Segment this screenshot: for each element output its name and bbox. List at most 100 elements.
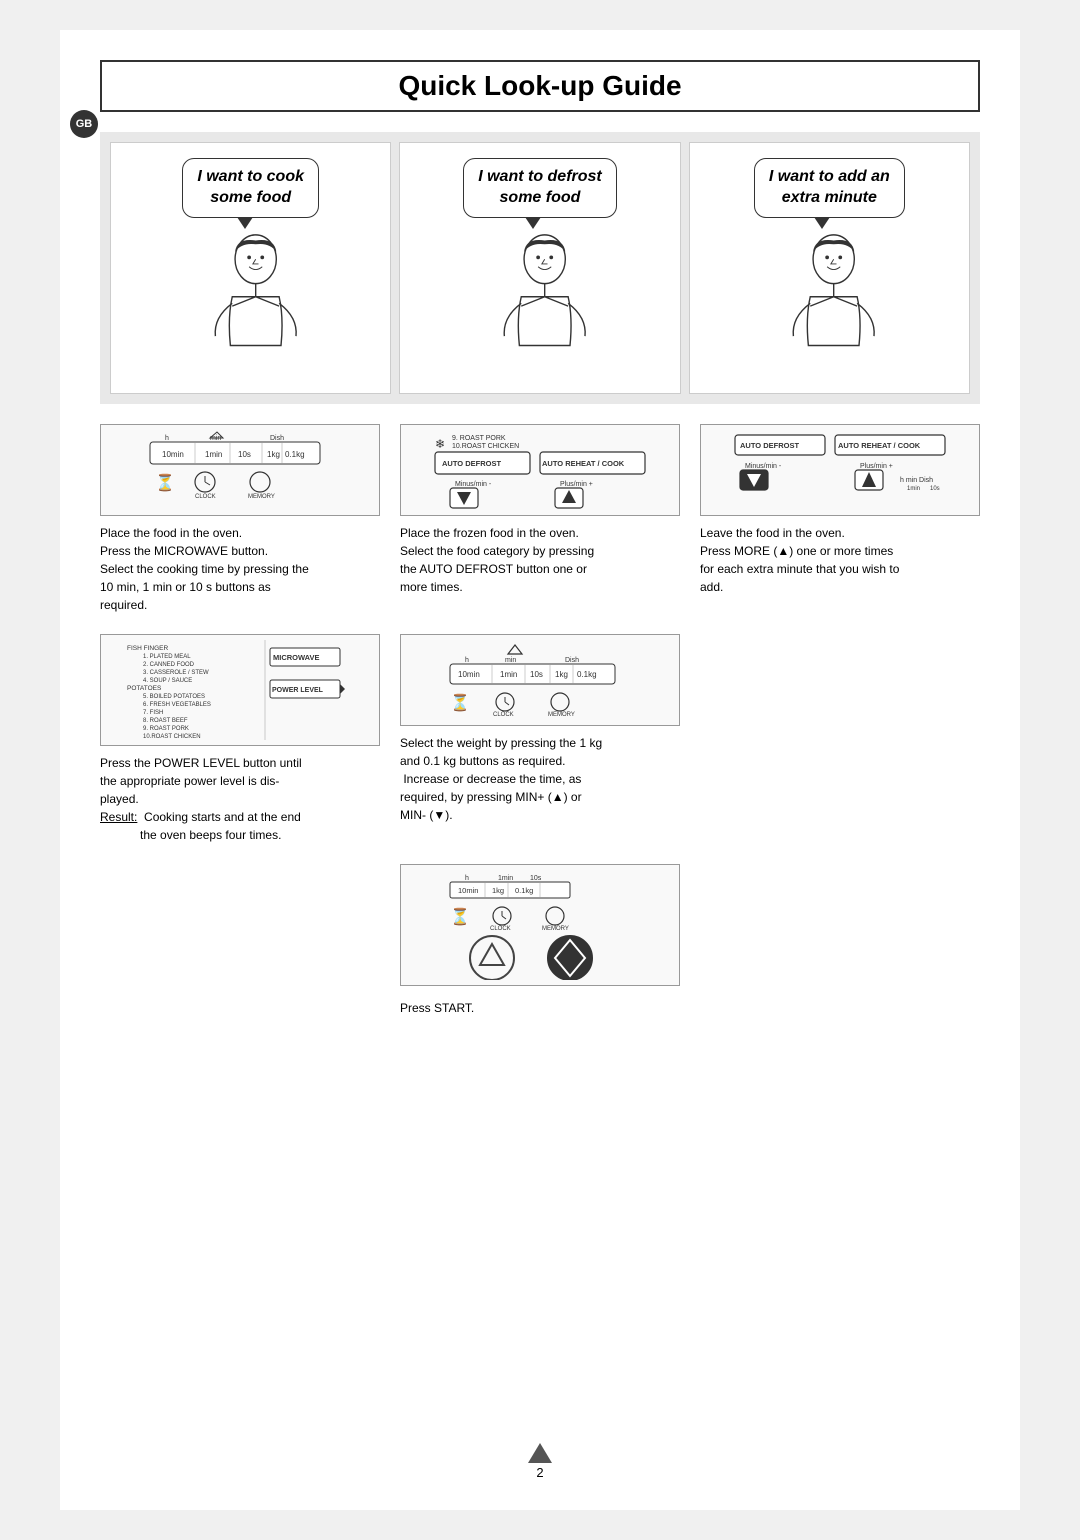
svg-text:4. SOUP / SAUCE: 4. SOUP / SAUCE xyxy=(143,678,192,684)
svg-text:9. ROAST PORK: 9. ROAST PORK xyxy=(143,726,189,732)
svg-text:h min Dish: h min Dish xyxy=(900,477,933,484)
cook-panel2: FISH FINGER 1. PLATED MEAL 2. CANNED FOO… xyxy=(100,634,380,746)
cook-panel1: h min Dish 10min 1min 10s 1kg 0.1kg xyxy=(100,424,380,516)
svg-text:5. BOILED POTATOES: 5. BOILED POTATOES xyxy=(143,694,205,700)
svg-text:MEMORY: MEMORY xyxy=(248,494,275,500)
extra-panel1: AUTO DEFROST AUTO REHEAT / COOK Minus/mi… xyxy=(700,424,980,516)
defrost-panel3-svg: h 1min 10s 10min 1kg 0.1kg ⏳ xyxy=(430,870,650,980)
svg-text:1kg: 1kg xyxy=(267,450,280,459)
svg-text:1kg: 1kg xyxy=(492,886,504,895)
svg-text:1min: 1min xyxy=(500,670,517,679)
svg-text:Minus/min -: Minus/min - xyxy=(455,481,492,488)
cook-text2: Press the POWER LEVEL button until the a… xyxy=(100,754,380,844)
gb-badge: GB xyxy=(70,110,98,138)
svg-text:1min: 1min xyxy=(907,486,920,492)
defrost-panel3: h 1min 10s 10min 1kg 0.1kg ⏳ xyxy=(400,864,680,986)
page-number: 2 xyxy=(536,1465,543,1480)
page: GB Quick Look-up Guide I want to cook so… xyxy=(60,30,1020,1510)
illus-cook: I want to cook some food xyxy=(110,142,391,394)
bottom-row: h 1min 10s 10min 1kg 0.1kg ⏳ xyxy=(100,864,980,1017)
svg-text:Minus/min -: Minus/min - xyxy=(745,463,782,470)
svg-text:h: h xyxy=(165,435,169,442)
svg-text:CLOCK: CLOCK xyxy=(490,926,511,932)
steps-row-1: h min Dish 10min 1min 10s 1kg 0.1kg xyxy=(100,424,980,614)
page-number-area: 2 xyxy=(528,1443,552,1480)
svg-text:3. CASSEROLE / STEW: 3. CASSEROLE / STEW xyxy=(143,670,209,676)
defrost-step3: h 1min 10s 10min 1kg 0.1kg ⏳ xyxy=(400,864,680,1017)
svg-text:POWER LEVEL: POWER LEVEL xyxy=(272,687,324,694)
svg-text:Dish: Dish xyxy=(565,657,579,664)
illus-extra: I want to add an extra minute xyxy=(689,142,970,394)
svg-text:9. ROAST PORK: 9. ROAST PORK xyxy=(452,435,506,442)
svg-text:AUTO DEFROST: AUTO DEFROST xyxy=(442,459,501,468)
svg-text:⏳: ⏳ xyxy=(450,693,470,712)
defrost-step2: h min Dish 10min 1min 10s 1kg 0.1kg ⏳ xyxy=(400,634,680,824)
svg-text:FISH FINGER: FISH FINGER xyxy=(127,645,168,652)
svg-text:10.ROAST CHICKEN: 10.ROAST CHICKEN xyxy=(143,734,201,740)
cook-step1: h min Dish 10min 1min 10s 1kg 0.1kg xyxy=(100,424,380,614)
title-box: Quick Look-up Guide xyxy=(100,60,980,112)
svg-text:POTATOES: POTATOES xyxy=(127,685,162,692)
svg-text:AUTO DEFROST: AUTO DEFROST xyxy=(740,441,799,450)
svg-text:Dish: Dish xyxy=(270,435,284,442)
defrost-panel1: ❄ 9. ROAST PORK 10.ROAST CHICKEN AUTO DE… xyxy=(400,424,680,516)
svg-text:MICROWAVE: MICROWAVE xyxy=(273,653,320,662)
svg-text:MEMORY: MEMORY xyxy=(542,926,569,932)
svg-text:CLOCK: CLOCK xyxy=(493,712,514,718)
svg-text:h: h xyxy=(465,875,469,882)
svg-text:10.ROAST CHICKEN: 10.ROAST CHICKEN xyxy=(452,443,519,450)
person-cook xyxy=(191,233,311,383)
svg-text:❄: ❄ xyxy=(435,437,445,451)
svg-text:min: min xyxy=(505,657,516,664)
illustration-row: I want to cook some food xyxy=(100,132,980,404)
svg-text:⏳: ⏳ xyxy=(155,473,175,492)
bubble-cook: I want to cook some food xyxy=(182,158,319,218)
result-label: Result: xyxy=(100,810,137,824)
defrost-panel2-svg: h min Dish 10min 1min 10s 1kg 0.1kg ⏳ xyxy=(430,640,650,720)
svg-text:CLOCK: CLOCK xyxy=(195,494,216,500)
steps-row-2: FISH FINGER 1. PLATED MEAL 2. CANNED FOO… xyxy=(100,634,980,844)
svg-text:2. CANNED FOOD: 2. CANNED FOOD xyxy=(143,662,195,668)
svg-text:1kg: 1kg xyxy=(555,670,568,679)
defrost-panel1-svg: ❄ 9. ROAST PORK 10.ROAST CHICKEN AUTO DE… xyxy=(430,430,650,510)
illus-defrost: I want to defrost some food xyxy=(399,142,680,394)
defrost-panel2: h min Dish 10min 1min 10s 1kg 0.1kg ⏳ xyxy=(400,634,680,726)
svg-text:10min: 10min xyxy=(162,450,184,459)
svg-text:0.1kg: 0.1kg xyxy=(577,670,597,679)
extra-step1: AUTO DEFROST AUTO REHEAT / COOK Minus/mi… xyxy=(700,424,980,596)
svg-text:Plus/min +: Plus/min + xyxy=(860,463,893,470)
bubble-extra: I want to add an extra minute xyxy=(754,158,905,218)
svg-text:⏳: ⏳ xyxy=(450,907,470,926)
press-start-text: Press START. xyxy=(400,999,474,1017)
svg-text:1min: 1min xyxy=(498,875,513,882)
svg-text:7. FISH: 7. FISH xyxy=(143,710,163,716)
svg-text:10min: 10min xyxy=(458,886,478,895)
svg-text:1min: 1min xyxy=(205,450,222,459)
svg-text:AUTO REHEAT / COOK: AUTO REHEAT / COOK xyxy=(838,441,921,450)
cook-panel2-svg: FISH FINGER 1. PLATED MEAL 2. CANNED FOO… xyxy=(125,640,355,740)
svg-text:0.1kg: 0.1kg xyxy=(515,886,533,895)
person-defrost xyxy=(480,233,600,383)
cook-panel1-svg: h min Dish 10min 1min 10s 1kg 0.1kg xyxy=(130,430,350,510)
cook-text1: Place the food in the oven. Press the MI… xyxy=(100,524,380,614)
svg-text:Plus/min +: Plus/min + xyxy=(560,481,593,488)
svg-text:1. PLATED MEAL: 1. PLATED MEAL xyxy=(143,654,191,660)
extra-text1: Leave the food in the oven. Press MORE (… xyxy=(700,524,980,596)
svg-text:10s: 10s xyxy=(238,450,251,459)
svg-text:AUTO REHEAT / COOK: AUTO REHEAT / COOK xyxy=(542,459,625,468)
svg-text:h: h xyxy=(465,657,469,664)
page-title: Quick Look-up Guide xyxy=(132,70,948,102)
defrost-text1: Place the frozen food in the oven. Selec… xyxy=(400,524,594,596)
bubble-defrost: I want to defrost some food xyxy=(463,158,617,218)
extra-panel1-svg: AUTO DEFROST AUTO REHEAT / COOK Minus/mi… xyxy=(730,430,950,510)
defrost-text2: Select the weight by pressing the 1 kg a… xyxy=(400,734,602,824)
svg-text:8. ROAST BEEF: 8. ROAST BEEF xyxy=(143,718,188,724)
svg-text:10min: 10min xyxy=(458,670,480,679)
person-extra xyxy=(769,233,889,383)
cook-step2: FISH FINGER 1. PLATED MEAL 2. CANNED FOO… xyxy=(100,634,380,844)
svg-text:6. FRESH VEGETABLES: 6. FRESH VEGETABLES xyxy=(143,702,211,708)
defrost-step1: ❄ 9. ROAST PORK 10.ROAST CHICKEN AUTO DE… xyxy=(400,424,680,596)
page-triangle-icon xyxy=(528,1443,552,1463)
svg-text:0.1kg: 0.1kg xyxy=(285,450,305,459)
svg-text:MEMORY: MEMORY xyxy=(548,712,575,718)
